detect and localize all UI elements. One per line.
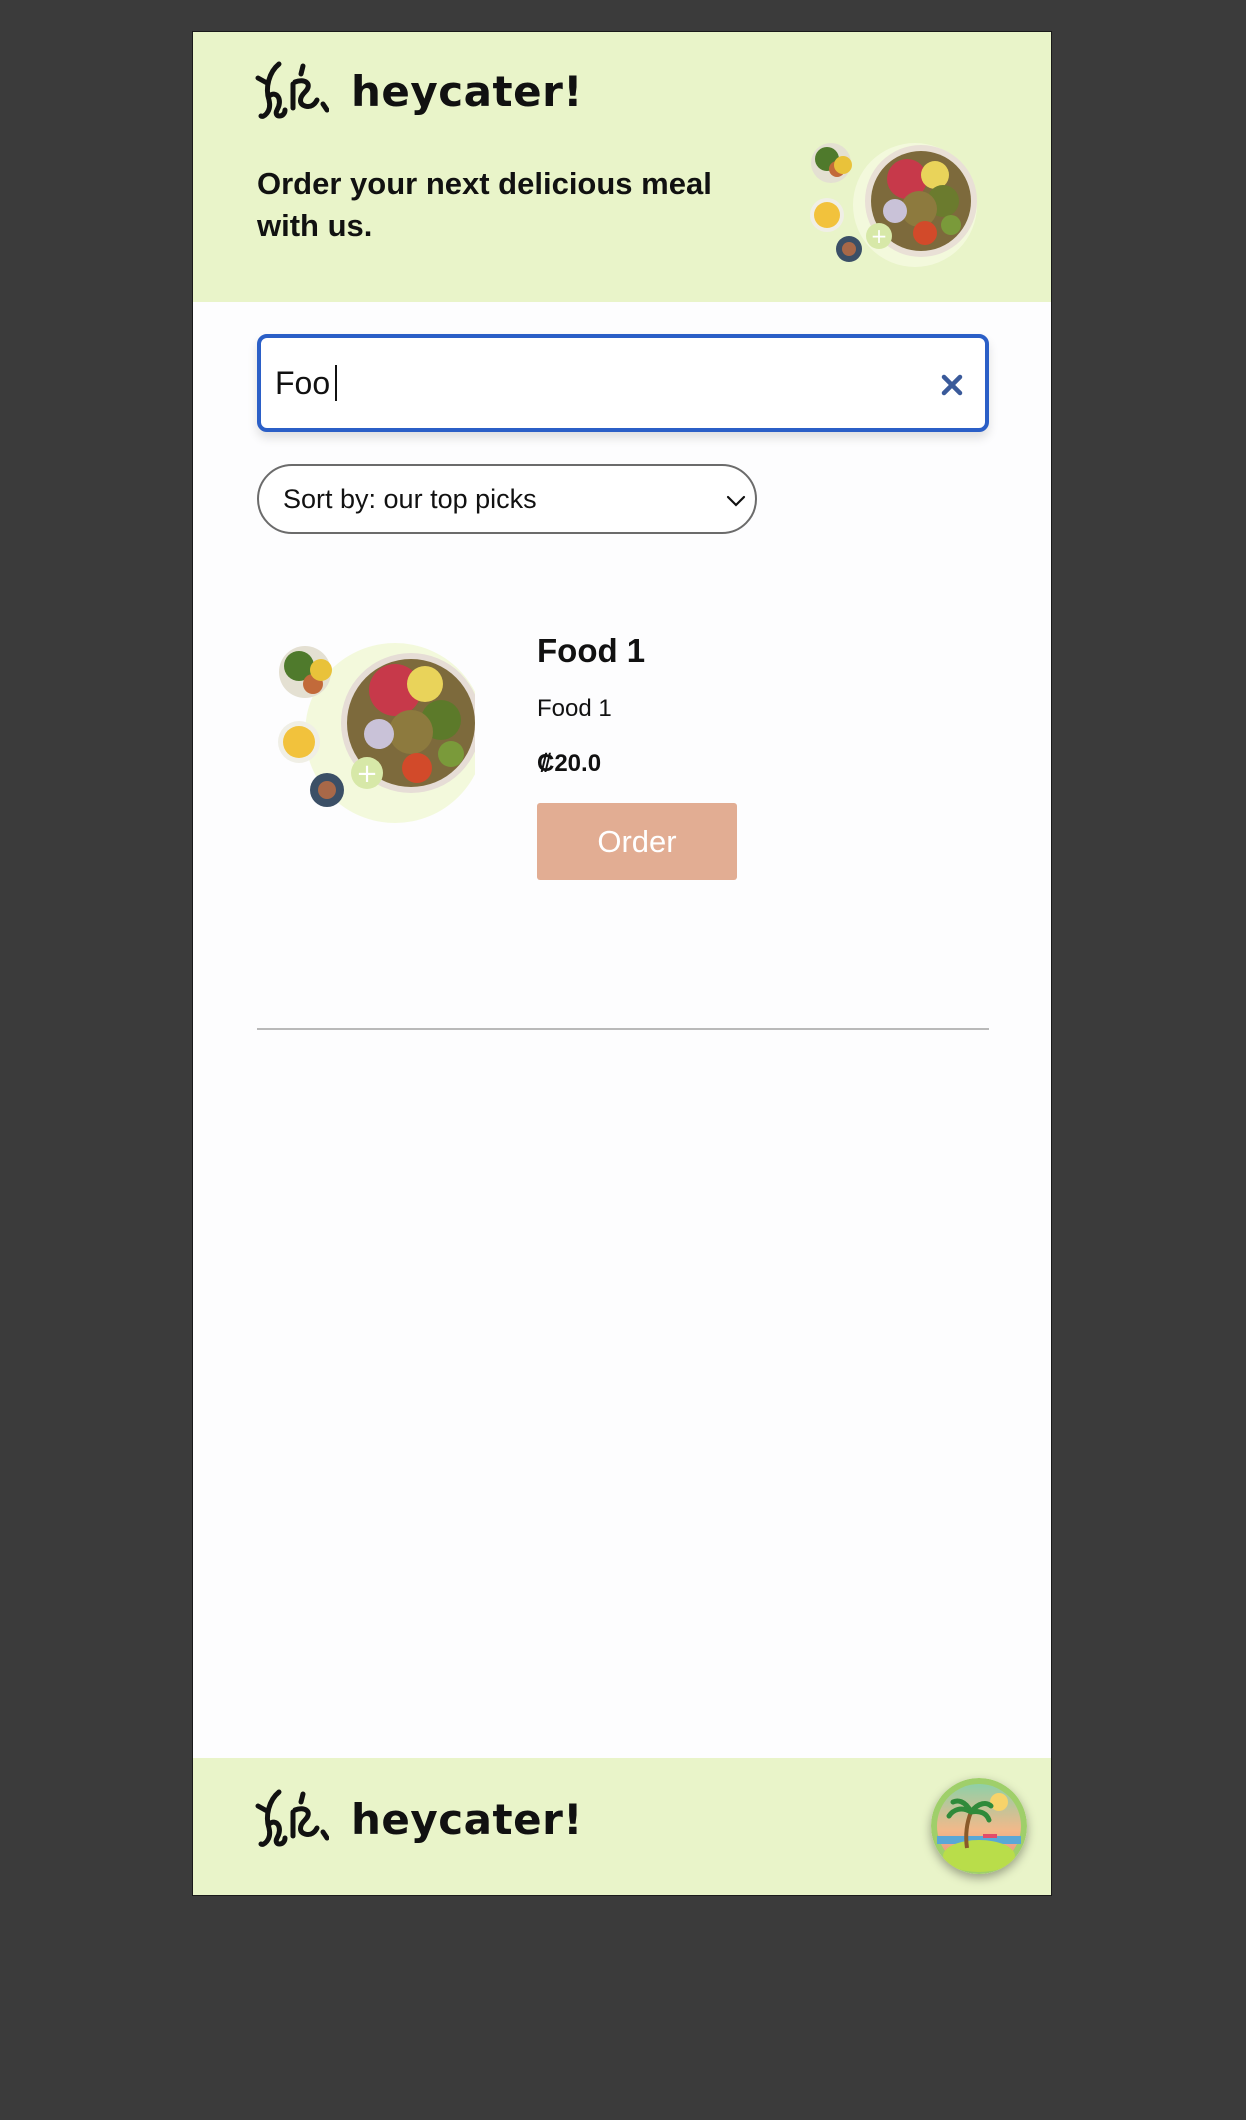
chat-widget-button[interactable]	[931, 1778, 1027, 1874]
chevron-down-icon	[726, 495, 746, 507]
close-icon	[941, 374, 963, 396]
divider	[257, 1028, 989, 1030]
order-button[interactable]: Order	[537, 803, 737, 880]
sort-select-label: Sort by: our top picks	[283, 483, 537, 514]
food-price: ₡20.0	[537, 750, 602, 777]
search-input[interactable]	[275, 364, 335, 402]
food-description: Food 1	[537, 695, 612, 722]
header: heycater! Order your next delicious meal…	[193, 32, 1051, 302]
clear-search-button[interactable]	[937, 370, 967, 400]
footer-logo[interactable]: heycater!	[255, 1788, 583, 1850]
logo-mark-icon	[255, 1789, 329, 1847]
sort-select[interactable]: Sort by: our top picks	[257, 464, 757, 534]
logo-mark-icon	[255, 61, 329, 119]
svg-text:+: +	[871, 224, 888, 248]
footer-brand-name: heycater!	[351, 1794, 583, 1844]
hero-food-image: +	[810, 143, 977, 267]
header-brand-name: heycater!	[351, 66, 583, 116]
food-image: +	[278, 643, 475, 823]
footer: heycater!	[193, 1758, 1051, 1895]
search-box[interactable]	[257, 334, 989, 432]
header-logo[interactable]: heycater!	[255, 60, 583, 122]
text-cursor	[335, 365, 337, 401]
app-frame: heycater! Order your next delicious meal…	[192, 31, 1052, 1896]
food-title: Food 1	[537, 632, 646, 669]
header-tagline: Order your next delicious meal with us.	[257, 166, 712, 243]
svg-text:+: +	[356, 759, 378, 789]
island-icon	[931, 1778, 1027, 1874]
